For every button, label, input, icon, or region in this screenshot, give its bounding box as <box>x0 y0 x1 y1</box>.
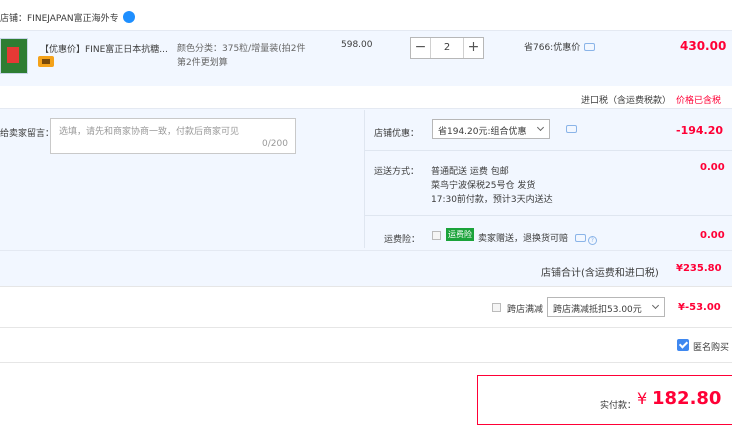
chat-icon[interactable] <box>566 125 577 133</box>
item-title[interactable]: 【优惠价】FINE富正日本抗糖... <box>40 42 170 55</box>
chat-icon[interactable] <box>574 234 586 242</box>
tax-label: 进口税（含运费税款） <box>581 96 672 106</box>
coupon-value: -194.20 <box>676 124 724 137</box>
insurance-label: 运费险： <box>384 235 421 245</box>
cross-store-select[interactable]: 跨店满减抵扣53.00元 <box>547 297 665 317</box>
options-divider-h1 <box>364 150 732 151</box>
promo-tag-icon <box>38 56 54 67</box>
chat-icon[interactable] <box>584 43 596 51</box>
message-label: 给卖家留言： <box>0 129 55 139</box>
insurance-value: 0.00 <box>700 230 725 241</box>
shipping-warehouse: 菜鸟宁波保税25号仓 发货 <box>431 181 536 191</box>
payment-currency: ¥ <box>637 389 648 408</box>
cross-store-label: 跨店满减 <box>507 305 544 315</box>
cross-store-checkbox[interactable] <box>492 303 501 312</box>
item-row <box>0 30 732 86</box>
help-icon[interactable]: ? <box>587 236 597 245</box>
store-name-text[interactable]: 店铺：FINEJAPAN富正海外专 <box>0 14 119 24</box>
section-divider <box>0 362 732 363</box>
quantity-minus-button[interactable]: − <box>411 38 431 58</box>
quantity-plus-button[interactable]: + <box>463 38 483 58</box>
anonymous-checkbox[interactable] <box>677 339 689 351</box>
chevron-down-icon <box>536 123 545 132</box>
insurance-info: 卖家赠送，退换货可赔 ? <box>478 231 597 245</box>
message-counter: 0/200 <box>262 139 288 149</box>
payment-label: 实付款： <box>600 401 637 411</box>
message-placeholder: 选填，请先和商家协商一致，付款后商家可见 <box>59 127 240 137</box>
shipping-method: 普通配送 运费 包邮 <box>431 167 509 177</box>
coupon-select[interactable]: 省194.20元:组合优惠 <box>432 119 550 139</box>
sku-info: 颜色分类：375粒/增量装(拍2件 第2件更划算 <box>177 42 327 70</box>
sku-line2: 第2件更划算 <box>177 58 228 68</box>
tax-value: 价格已含税 <box>676 96 722 106</box>
store-badge-icon <box>122 11 135 23</box>
payment-amount: 182.80 <box>652 388 722 409</box>
shipping-value: 0.00 <box>700 162 725 173</box>
chevron-down-icon <box>651 301 660 310</box>
sku-line1: 颜色分类：375粒/增量装(拍2件 <box>177 44 306 54</box>
anonymous-label[interactable]: 匿名购买 <box>693 340 729 353</box>
shipping-label: 运送方式： <box>374 167 420 177</box>
saving-info: 省766:优惠价 <box>524 40 596 53</box>
insurance-text: 卖家赠送，退换货可赔 <box>478 234 569 244</box>
coupon-selected: 省194.20元:组合优惠 <box>438 127 527 137</box>
subtotal-label: 店铺合计(含运费和进口税) <box>541 268 659 279</box>
options-divider-h2 <box>364 215 732 216</box>
item-total: 430.00 <box>680 39 727 53</box>
shipping-eta: 17:30前付款，预计3天内送达 <box>431 195 553 205</box>
quantity-input[interactable]: 2 <box>431 38 463 58</box>
saving-text: 省766:优惠价 <box>524 43 581 53</box>
subtotal-value: ¥235.80 <box>676 263 722 274</box>
options-divider <box>364 110 365 248</box>
unit-price: 598.00 <box>341 40 373 50</box>
coupon-label: 店铺优惠： <box>374 129 420 139</box>
quantity-stepper[interactable]: − 2 + <box>410 37 484 59</box>
product-thumbnail[interactable] <box>0 38 28 74</box>
cross-store-value: ¥-53.00 <box>678 302 721 313</box>
message-input[interactable]: 选填，请先和商家协商一致，付款后商家可见 <box>50 118 296 154</box>
insurance-badge: 运费险 <box>446 228 474 241</box>
insurance-checkbox[interactable] <box>432 231 441 240</box>
store-name[interactable]: 店铺：FINEJAPAN富正海外专 <box>0 11 135 24</box>
cross-store-selected: 跨店满减抵扣53.00元 <box>553 305 642 315</box>
